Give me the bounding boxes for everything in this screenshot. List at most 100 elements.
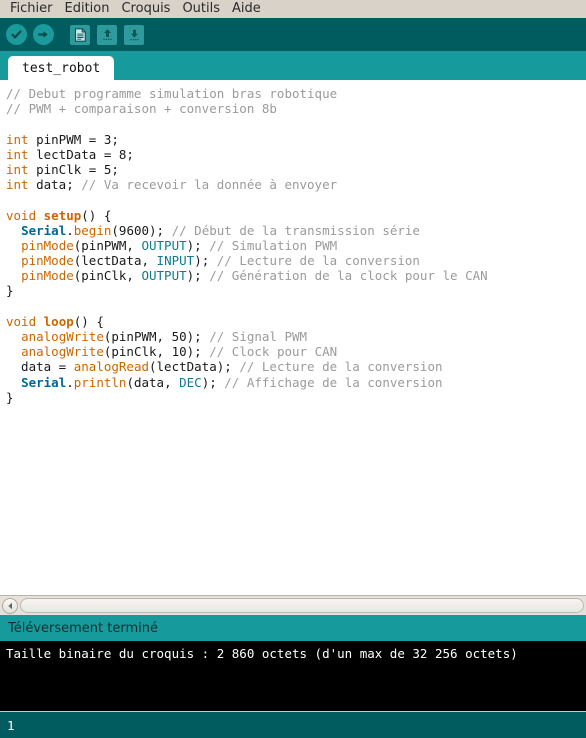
- code-token: }: [6, 283, 14, 299]
- code-token: (lectData);: [149, 359, 240, 375]
- code-token: (9600);: [111, 222, 172, 238]
- status-bar: Téléversement terminé: [0, 615, 586, 641]
- code-token: INPUT: [156, 253, 195, 269]
- verify-button[interactable]: [6, 24, 27, 45]
- code-token: loop: [43, 313, 74, 329]
- bottom-bar: 1: [0, 712, 586, 738]
- new-document-icon: [74, 27, 87, 42]
- code-token: () {: [73, 313, 104, 329]
- code-content: // Debut programme simulation bras robot…: [6, 86, 586, 405]
- menu-croquis[interactable]: Croquis: [115, 0, 176, 18]
- arduino-ide-window: Fichier Edition Croquis Outils Aide test…: [0, 0, 586, 738]
- code-token: );: [186, 268, 210, 284]
- open-sketch-button[interactable]: [97, 24, 117, 45]
- code-token: (pinClk,: [73, 268, 142, 284]
- code-token: // Affichage de la conversion: [224, 374, 443, 390]
- upload-arrow-icon: [37, 28, 50, 41]
- code-token: data =: [6, 359, 74, 375]
- code-line: // Debut programme simulation bras robot…: [6, 86, 586, 101]
- code-token: // Génération de la clock pour le CAN: [209, 268, 488, 284]
- code-token: (pinPWM,: [73, 237, 142, 253]
- scroll-left-arrow-icon[interactable]: [2, 597, 18, 614]
- code-token: analogWrite: [21, 344, 104, 360]
- menu-fichier[interactable]: Fichier: [4, 0, 59, 18]
- verify-check-icon: [10, 28, 23, 41]
- code-line: Serial.println(data, DEC); // Affichage …: [6, 375, 586, 390]
- code-token: println: [73, 374, 127, 390]
- code-token: );: [194, 253, 217, 269]
- code-token: Serial: [21, 374, 67, 390]
- code-token: DEC: [179, 374, 202, 390]
- code-token: // Début de la transmission série: [171, 222, 420, 238]
- tab-label: test_robot: [22, 60, 101, 76]
- code-token: int: [6, 161, 29, 177]
- code-line: }: [6, 283, 586, 298]
- code-token: // Simulation PWM: [209, 237, 338, 253]
- code-token: () {: [81, 207, 112, 223]
- code-token: (pinPWM, 50);: [103, 329, 210, 344]
- status-message: Téléversement terminé: [8, 620, 159, 636]
- code-line: analogWrite(pinPWM, 50); // Signal PWM: [6, 329, 586, 344]
- code-token: pinClk = 5;: [28, 161, 119, 177]
- code-token: pinPWM = 3;: [28, 131, 119, 147]
- code-token: begin: [73, 222, 112, 238]
- code-token: pinMode: [21, 237, 74, 253]
- code-token: analogWrite: [21, 329, 104, 344]
- tab-bar: test_robot: [0, 51, 586, 80]
- menu-edition[interactable]: Edition: [59, 0, 116, 18]
- tab-test-robot[interactable]: test_robot: [8, 56, 115, 80]
- open-folder-up-arrow-icon: [101, 28, 114, 42]
- code-line: }: [6, 390, 586, 405]
- code-token: data;: [28, 177, 82, 193]
- code-editor[interactable]: // Debut programme simulation bras robot…: [0, 80, 586, 595]
- menu-aide[interactable]: Aide: [226, 0, 267, 18]
- code-token: .: [66, 374, 74, 390]
- code-line: int data; // Va recevoir la donnée à env…: [6, 177, 586, 192]
- code-token: // Clock pour CAN: [209, 344, 338, 360]
- code-token: void: [6, 313, 44, 329]
- code-token: setup: [43, 207, 82, 223]
- code-token: );: [186, 237, 210, 253]
- menubar: Fichier Edition Croquis Outils Aide: [0, 0, 586, 18]
- horizontal-scrollbar[interactable]: [0, 595, 586, 615]
- menu-outils[interactable]: Outils: [176, 0, 226, 18]
- code-line: int lectData = 8;: [6, 147, 586, 162]
- line-number-indicator: 1: [7, 717, 15, 733]
- code-token: (lectData,: [73, 253, 157, 269]
- code-token: (pinClk, 10);: [103, 344, 210, 360]
- upload-button[interactable]: [33, 24, 54, 45]
- code-token: .: [66, 222, 74, 238]
- code-token: // PWM + comparaison + conversion 8b: [6, 101, 277, 117]
- code-token: void: [6, 207, 44, 223]
- code-token: pinMode: [21, 268, 74, 284]
- code-token: pinMode: [21, 253, 74, 269]
- code-line: // PWM + comparaison + conversion 8b: [6, 101, 586, 116]
- code-token: int: [6, 146, 29, 162]
- save-sketch-button[interactable]: [124, 24, 144, 45]
- code-line: pinMode(lectData, INPUT); // Lecture de …: [6, 253, 586, 268]
- code-token: OUTPUT: [141, 268, 187, 284]
- new-sketch-button[interactable]: [70, 24, 90, 45]
- code-line: int pinClk = 5;: [6, 162, 586, 177]
- code-token: analogRead: [73, 359, 149, 375]
- code-line: void loop() {: [6, 314, 586, 329]
- console-line: Taille binaire du croquis : 2 860 octets…: [6, 646, 518, 661]
- code-token: // Debut programme simulation bras robot…: [6, 86, 338, 101]
- code-line: data = analogRead(lectData); // Lecture …: [6, 359, 586, 374]
- code-token: // Signal PWM: [209, 329, 308, 344]
- scrollbar-track[interactable]: [20, 598, 584, 613]
- console-output[interactable]: Taille binaire du croquis : 2 860 octets…: [0, 641, 586, 712]
- code-token: // Lecture de la conversion: [216, 253, 420, 269]
- code-token: );: [201, 374, 225, 390]
- code-token: lectData = 8;: [28, 146, 134, 162]
